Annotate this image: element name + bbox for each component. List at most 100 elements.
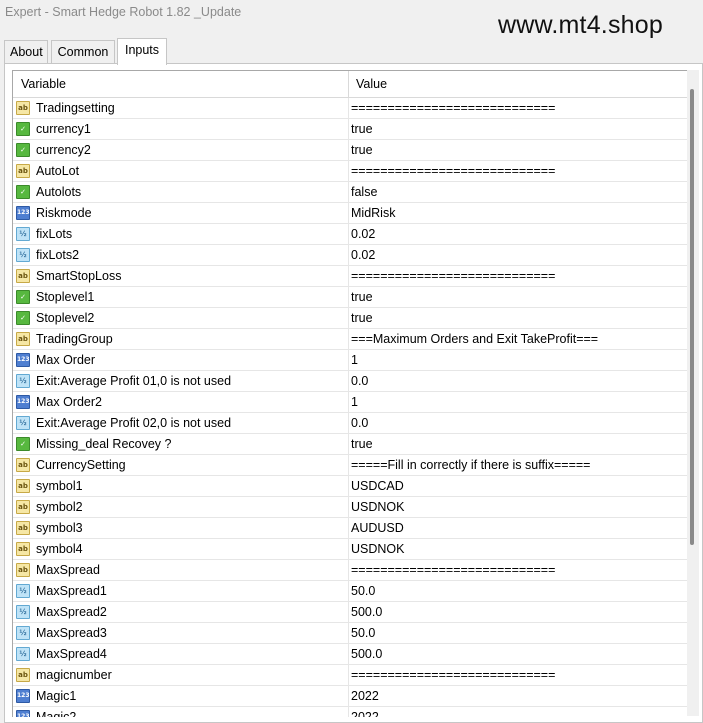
tab-about[interactable]: About: [4, 40, 48, 64]
variable-value[interactable]: true: [351, 140, 373, 160]
column-header-variable[interactable]: Variable: [21, 71, 66, 97]
variable-value[interactable]: 0.0: [351, 413, 368, 433]
variable-value[interactable]: =====Fill in correctly if there is suffi…: [351, 455, 590, 475]
table-row[interactable]: ab symbol4 USDNOK: [13, 539, 688, 560]
table-row[interactable]: ✓ Autolots false: [13, 182, 688, 203]
variable-value[interactable]: 1: [351, 350, 358, 370]
variable-name: symbol2: [36, 500, 83, 514]
table-row[interactable]: ✓ currency2 true: [13, 140, 688, 161]
table-row[interactable]: ab Tradingsetting ========================…: [13, 98, 688, 119]
table-row[interactable]: ½ MaxSpread3 50.0: [13, 623, 688, 644]
tab-inputs[interactable]: Inputs: [117, 38, 167, 65]
cell-divider: [348, 287, 349, 307]
table-row[interactable]: ✓ Stoplevel2 true: [13, 308, 688, 329]
table-row[interactable]: ab CurrencySetting =====Fill in correctly …: [13, 455, 688, 476]
double-type-icon: ½: [16, 416, 30, 430]
table-row[interactable]: ab symbol1 USDCAD: [13, 476, 688, 497]
variable-value[interactable]: false: [351, 182, 377, 202]
variable-value[interactable]: 1: [351, 392, 358, 412]
variable-value[interactable]: true: [351, 287, 373, 307]
double-type-icon: ½: [16, 605, 30, 619]
table-row[interactable]: ½ MaxSpread2 500.0: [13, 602, 688, 623]
table-row[interactable]: ab magicnumber ===========================…: [13, 665, 688, 686]
string-type-icon: ab: [16, 458, 30, 472]
table-row[interactable]: ½ fixLots 0.02: [13, 224, 688, 245]
variable-value[interactable]: 500.0: [351, 602, 382, 622]
table-row[interactable]: ½ Exit:Average Profit 01,0 is not used 0.0: [13, 371, 688, 392]
table-row[interactable]: ✓ Stoplevel1 true: [13, 287, 688, 308]
vertical-scrollbar[interactable]: [687, 70, 699, 716]
variable-value[interactable]: USDNOK: [351, 497, 404, 517]
variable-value[interactable]: 50.0: [351, 581, 375, 601]
boolean-type-icon: ✓: [16, 290, 30, 304]
boolean-type-icon: ✓: [16, 185, 30, 199]
cell-divider: [348, 539, 349, 559]
variable-name: Autolots: [36, 185, 82, 199]
cell-divider: [348, 434, 349, 454]
table-row[interactable]: ab TradingGroup ===Maximum Orders and Exit…: [13, 329, 688, 350]
cell-divider: [348, 98, 349, 118]
table-row[interactable]: ½ Exit:Average Profit 02,0 is not used 0.0: [13, 413, 688, 434]
boolean-type-icon: ✓: [16, 311, 30, 325]
variable-value[interactable]: 0.02: [351, 224, 375, 244]
variable-name: magicnumber: [36, 668, 112, 682]
string-type-icon: ab: [16, 164, 30, 178]
table-row[interactable]: ½ MaxSpread4 500.0: [13, 644, 688, 665]
column-header-value[interactable]: Value: [356, 71, 387, 97]
variable-name: MaxSpread: [36, 563, 100, 577]
cell-divider: [348, 497, 349, 517]
variable-value[interactable]: true: [351, 308, 373, 328]
variable-name: SmartStopLoss: [36, 269, 122, 283]
cell-divider: [348, 182, 349, 202]
variable-value[interactable]: ============================: [351, 98, 555, 118]
variable-name: Missing_deal Recovey ?: [36, 437, 172, 451]
table-row[interactable]: ½ MaxSpread1 50.0: [13, 581, 688, 602]
cell-divider: [348, 581, 349, 601]
variable-name: Exit:Average Profit 01,0 is not used: [36, 374, 232, 388]
boolean-type-icon: ✓: [16, 143, 30, 157]
column-divider[interactable]: [348, 71, 349, 97]
window-title: Expert - Smart Hedge Robot 1.82 _Update: [5, 5, 242, 19]
string-type-icon: ab: [16, 563, 30, 577]
variable-value[interactable]: true: [351, 119, 373, 139]
variable-value[interactable]: 50.0: [351, 623, 375, 643]
variable-value[interactable]: 0.02: [351, 245, 375, 265]
table-row[interactable]: 123 Max Order 1: [13, 350, 688, 371]
table-row[interactable]: ½ fixLots2 0.02: [13, 245, 688, 266]
variable-value[interactable]: MidRisk: [351, 203, 395, 223]
integer-type-icon: 123: [16, 689, 30, 703]
variable-value[interactable]: 0.0: [351, 371, 368, 391]
table-row[interactable]: ab symbol2 USDNOK: [13, 497, 688, 518]
table-row[interactable]: ab AutoLot ============================: [13, 161, 688, 182]
double-type-icon: ½: [16, 626, 30, 640]
boolean-type-icon: ✓: [16, 437, 30, 451]
table-row[interactable]: 123 Max Order2 1: [13, 392, 688, 413]
variable-name: fixLots2: [36, 248, 80, 262]
variable-value[interactable]: AUDUSD: [351, 518, 404, 538]
variable-value[interactable]: 2022: [351, 686, 379, 706]
variable-value[interactable]: ============================: [351, 560, 555, 580]
variable-name: MaxSpread1: [36, 584, 107, 598]
cell-divider: [348, 455, 349, 475]
variable-value[interactable]: 500.0: [351, 644, 382, 664]
cell-divider: [348, 266, 349, 286]
scrollbar-thumb[interactable]: [690, 89, 694, 545]
table-row[interactable]: ab MaxSpread ============================: [13, 560, 688, 581]
tab-common[interactable]: Common: [51, 40, 115, 64]
variable-value[interactable]: true: [351, 434, 373, 454]
variable-name: MaxSpread2: [36, 605, 107, 619]
table-row[interactable]: ✓ currency1 true: [13, 119, 688, 140]
double-type-icon: ½: [16, 374, 30, 388]
variable-value[interactable]: USDNOK: [351, 539, 404, 559]
grid-rows: ab Tradingsetting ========================…: [13, 98, 688, 717]
variable-value[interactable]: ============================: [351, 665, 555, 685]
variable-value[interactable]: ============================: [351, 266, 555, 286]
variable-value[interactable]: USDCAD: [351, 476, 404, 496]
variable-value[interactable]: ============================: [351, 161, 555, 181]
variable-value[interactable]: ===Maximum Orders and Exit TakeProfit===: [351, 329, 598, 349]
table-row[interactable]: 123 Riskmode MidRisk: [13, 203, 688, 224]
table-row[interactable]: ab SmartStopLoss =========================…: [13, 266, 688, 287]
table-row[interactable]: ✓ Missing_deal Recovey ? true: [13, 434, 688, 455]
table-row[interactable]: 123 Magic1 2022: [13, 686, 688, 707]
table-row[interactable]: ab symbol3 AUDUSD: [13, 518, 688, 539]
